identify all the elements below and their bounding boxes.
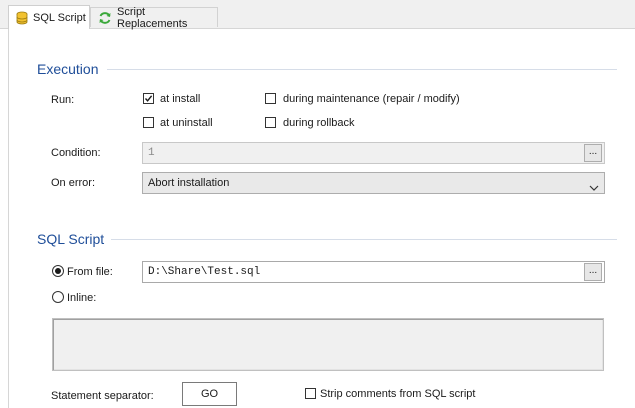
tab-label: Script Replacements (117, 5, 188, 30)
radio-selected-dot (55, 268, 61, 274)
inline-radio[interactable] (52, 291, 64, 303)
condition-label: Condition: (51, 147, 101, 159)
tab-script-replacements[interactable]: Script Replacements (90, 5, 218, 30)
sql-script-section-title: SQL Script (37, 231, 105, 247)
at-install-checkbox[interactable] (143, 93, 154, 104)
strip-comments-label[interactable]: Strip comments from SQL script (320, 387, 475, 401)
execution-section-title: Execution (37, 61, 99, 77)
sql-script-section-rule (111, 239, 617, 240)
at-install-label[interactable]: at install (160, 92, 200, 106)
from-file-browse-button[interactable]: ... (584, 263, 602, 281)
execution-section-rule (107, 69, 617, 70)
at-uninstall-label[interactable]: at uninstall (160, 116, 213, 130)
during-maintenance-checkbox[interactable] (265, 93, 276, 104)
from-file-radio[interactable] (52, 265, 64, 277)
during-rollback-label[interactable]: during rollback (283, 116, 355, 130)
tab-sql-script[interactable]: SQL Script (8, 5, 90, 29)
chevron-down-icon (589, 179, 599, 191)
during-maintenance-label[interactable]: during maintenance (repair / modify) (283, 92, 460, 106)
at-uninstall-checkbox[interactable] (143, 117, 154, 128)
inline-label[interactable]: Inline: (67, 291, 96, 305)
inline-script-textarea[interactable] (52, 318, 604, 371)
condition-browse-button[interactable]: ... (584, 144, 602, 162)
from-file-input[interactable]: D:\Share\Test.sql (142, 261, 605, 283)
on-error-selected-value: Abort installation (148, 177, 230, 189)
on-error-label: On error: (51, 177, 96, 189)
tab-label: SQL Script (33, 11, 86, 24)
checkmark-icon (144, 95, 153, 102)
from-file-label[interactable]: From file: (67, 265, 113, 279)
statement-separator-label: Statement separator: (51, 390, 154, 402)
during-rollback-checkbox[interactable] (265, 117, 276, 128)
database-icon (16, 11, 28, 25)
on-error-select[interactable]: Abort installation (142, 172, 605, 194)
strip-comments-checkbox[interactable] (305, 388, 316, 399)
run-label: Run: (51, 94, 75, 106)
refresh-icon (98, 11, 112, 25)
statement-separator-input[interactable]: GO (182, 382, 237, 406)
condition-input[interactable]: 1 (142, 142, 605, 164)
